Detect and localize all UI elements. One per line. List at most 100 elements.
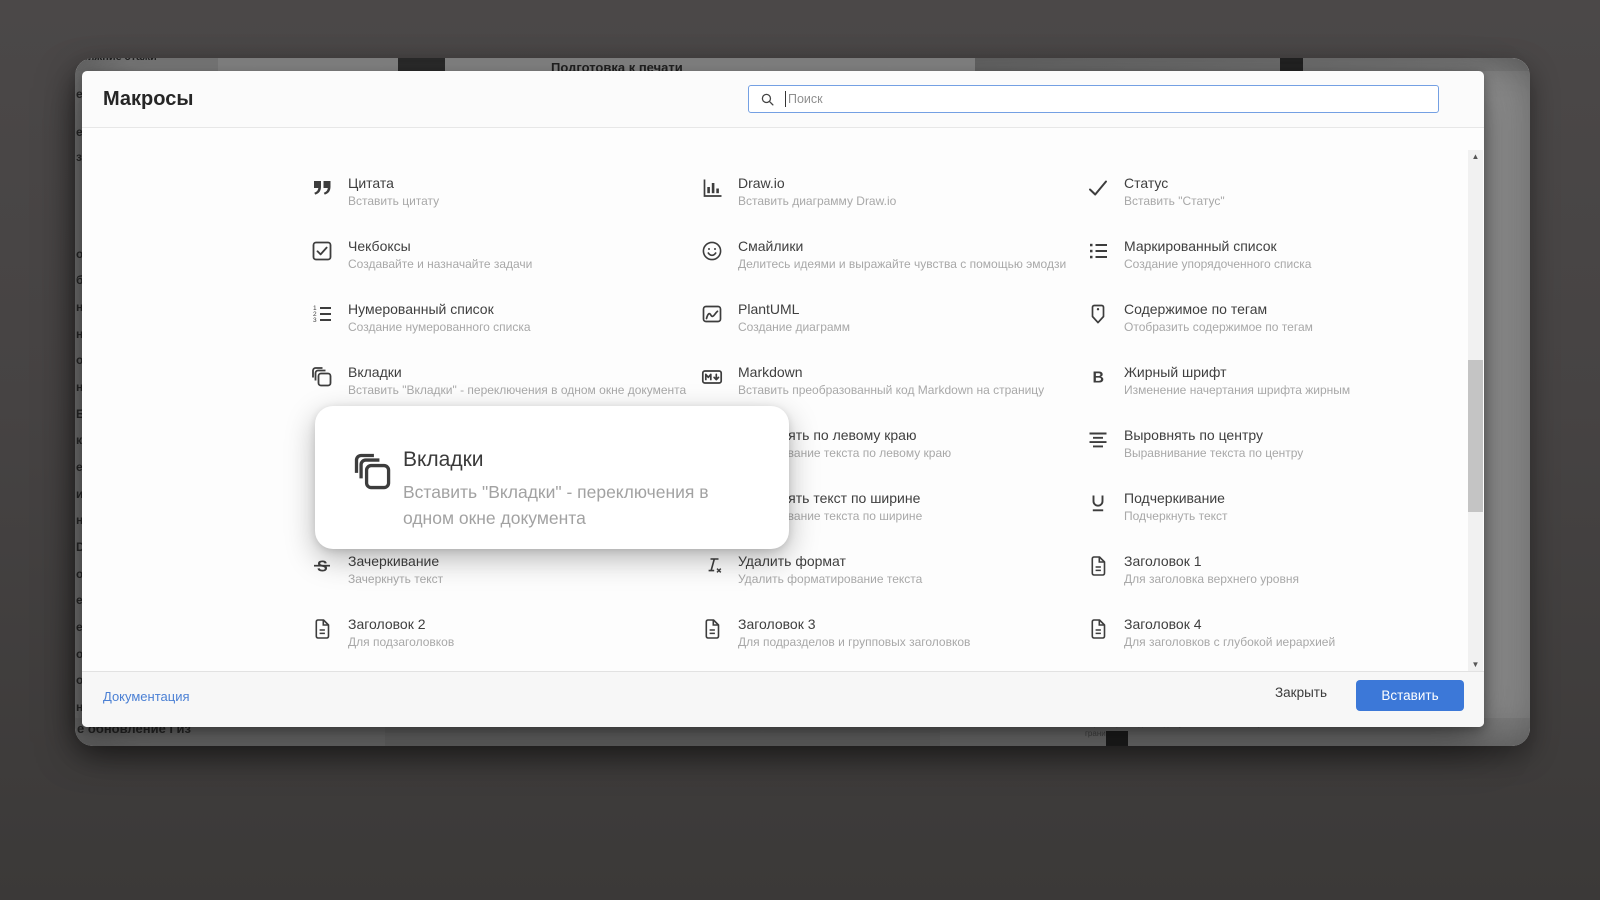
macro-item[interactable]: Draw.io Вставить диаграмму Draw.io <box>700 175 1086 238</box>
macro-item-description: Для заголовка верхнего уровня <box>1124 572 1299 586</box>
plantuml-icon <box>700 302 724 326</box>
scrollbar-thumb[interactable] <box>1468 360 1483 512</box>
macro-item-title: Статус <box>1124 175 1169 191</box>
search-box[interactable] <box>748 85 1439 113</box>
macro-item[interactable]: 1 2 3 Нумерованный список Создание нумерован… <box>310 301 700 364</box>
macro-item-title: Смайлики <box>738 238 804 254</box>
heading-icon <box>1086 617 1110 641</box>
macro-item[interactable]: Заголовок 4 Для заголовков с глубокой иер… <box>1086 616 1420 672</box>
macro-item-description: Создание диаграмм <box>738 320 851 334</box>
dialog-footer: Документация Закрыть Вставить <box>82 671 1484 727</box>
macro-item-description: Для подразделов и групповых заголовков <box>738 635 971 649</box>
quote-icon <box>310 176 334 200</box>
background-dark-block <box>1280 58 1303 71</box>
scroll-down-arrow-icon[interactable]: ▼ <box>1468 658 1483 671</box>
background-dark-block <box>1106 731 1128 746</box>
macro-item[interactable]: Содержимое по тегам Отобразить содержимое… <box>1086 301 1420 364</box>
tag-icon <box>1086 302 1110 326</box>
documentation-link[interactable]: Документация <box>103 689 190 704</box>
background-tab: нижние этажи <box>75 58 218 71</box>
strikethrough-icon: S <box>310 554 334 578</box>
macro-item-description: Вставить "Вкладки" - переключения в одно… <box>348 383 687 397</box>
screen: нижние этажи Подготовка к печати елиещз … <box>0 0 1600 900</box>
scrollbar[interactable]: ▲ ▼ <box>1468 150 1483 671</box>
macro-item-title: Заголовок 3 <box>738 616 816 632</box>
macro-item[interactable]: Цитата Вставить цитату <box>310 175 700 238</box>
clear-format-icon <box>700 554 724 578</box>
dialog-header: Макросы <box>82 71 1484 128</box>
macro-item[interactable]: Удалить формат Удалить форматирование тек… <box>700 553 1086 616</box>
macro-item[interactable]: Подчеркивание Подчеркнуть текст <box>1086 490 1420 553</box>
macro-item-title: Нумерованный список <box>348 301 494 317</box>
macro-item-title: PlantUML <box>738 301 800 317</box>
macro-item-description: Для подзаголовков <box>348 635 455 649</box>
macro-item-title: Заголовок 4 <box>1124 616 1202 632</box>
macro-item[interactable]: PlantUML Создание диаграмм <box>700 301 1086 364</box>
search-input[interactable] <box>786 92 1438 106</box>
drawio-icon <box>700 176 724 200</box>
macro-item-title: Содержимое по тегам <box>1124 301 1268 317</box>
macro-preview-popup: Вкладки Вставить "Вкладки" - переключени… <box>315 406 789 549</box>
macro-item-title: Чекбоксы <box>348 238 411 254</box>
heading-icon <box>700 617 724 641</box>
macro-item[interactable]: Заголовок 1 Для заголовка верхнего уровня <box>1086 553 1420 616</box>
macro-list: Цитата Вставить цитату Draw.io Вставить диа… <box>82 128 1484 672</box>
macro-item[interactable]: Заголовок 2 Для подзаголовков <box>310 616 700 672</box>
scroll-up-arrow-icon[interactable]: ▲ <box>1468 150 1483 163</box>
macro-item-title: Зачеркивание <box>348 553 440 569</box>
macro-item-description: Выравнивание текста по центру <box>1124 446 1304 460</box>
macro-item-description: Создание нумерованного списка <box>348 320 531 334</box>
macro-item-description: Удалить форматирование текста <box>738 572 923 586</box>
popup-title: Вкладки <box>403 448 484 471</box>
macro-item-title: Вкладки <box>348 364 402 380</box>
macro-item[interactable]: Смайлики Делитесь идеями и выражайте чувс… <box>700 238 1086 301</box>
macro-item-description: Изменение начертания шрифта жирным <box>1124 383 1351 397</box>
search-icon <box>759 91 776 108</box>
background-top-bar-right <box>975 58 1530 71</box>
macro-item[interactable]: Статус Вставить "Статус" <box>1086 175 1420 238</box>
macro-item[interactable]: Маркированный список Создание упорядоченн… <box>1086 238 1420 301</box>
macro-item-description: Создавайте и назначайте задачи <box>348 257 533 271</box>
macro-item-title: Выровнять по центру <box>1124 427 1263 443</box>
heading-icon <box>310 617 334 641</box>
bold-icon: B <box>1086 365 1110 389</box>
macro-item-description: Вставить преобразованный код Markdown на… <box>738 383 1045 397</box>
macro-item-description: Отобразить содержимое по тегам <box>1124 320 1313 334</box>
macros-dialog: Макросы Цитата Вставить цитату Draw.io Вста… <box>82 71 1484 727</box>
svg-text:S: S <box>317 559 328 576</box>
dialog-title: Макросы <box>103 88 194 110</box>
macro-item[interactable]: S Зачеркивание Зачеркнуть текст <box>310 553 700 616</box>
macro-item-title: Маркированный список <box>1124 238 1277 254</box>
popup-description: Вставить "Вкладки" - переключения в одно… <box>403 482 709 528</box>
insert-button[interactable]: Вставить <box>1356 680 1464 711</box>
tabs-icon <box>351 450 395 494</box>
heading-icon <box>1086 554 1110 578</box>
macro-item-description: Вставить "Статус" <box>1124 194 1225 208</box>
underline-icon <box>1086 491 1110 515</box>
numbered-list-icon: 123 <box>310 302 334 326</box>
background-dark-block <box>398 58 445 71</box>
macro-item-description: Для заголовков с глубокой иерархией <box>1124 635 1336 649</box>
checkbox-icon <box>310 239 334 263</box>
macro-item-description: Делитесь идеями и выражайте чувства с по… <box>738 257 1067 271</box>
macro-item[interactable]: B Жирный шрифт Изменение начертания шрифта… <box>1086 364 1420 427</box>
macro-item-description: Зачеркнуть текст <box>348 572 444 586</box>
markdown-icon <box>700 365 724 389</box>
macro-item[interactable]: Чекбоксы Создавайте и назначайте задачи <box>310 238 700 301</box>
close-button[interactable]: Закрыть <box>1275 685 1327 700</box>
macro-item-title: Жирный шрифт <box>1124 364 1227 380</box>
macro-item-description: Подчеркнуть текст <box>1124 509 1228 523</box>
macro-item-description: Вставить цитату <box>348 194 440 208</box>
tabs-icon <box>310 365 334 389</box>
macro-item[interactable]: Заголовок 3 Для подразделов и групповых з… <box>700 616 1086 672</box>
macro-item-title: Удалить формат <box>738 553 846 569</box>
macro-item[interactable]: Выровнять по центру Выравнивание текста п… <box>1086 427 1420 490</box>
align-center-icon <box>1086 428 1110 452</box>
macro-item-title: Draw.io <box>738 175 785 191</box>
macro-item-description: Вставить диаграмму Draw.io <box>738 194 897 208</box>
svg-text:3: 3 <box>313 317 317 324</box>
check-icon <box>1086 176 1110 200</box>
macro-item-title: Заголовок 1 <box>1124 553 1202 569</box>
macro-item-title: Цитата <box>348 175 394 191</box>
smiley-icon <box>700 239 724 263</box>
